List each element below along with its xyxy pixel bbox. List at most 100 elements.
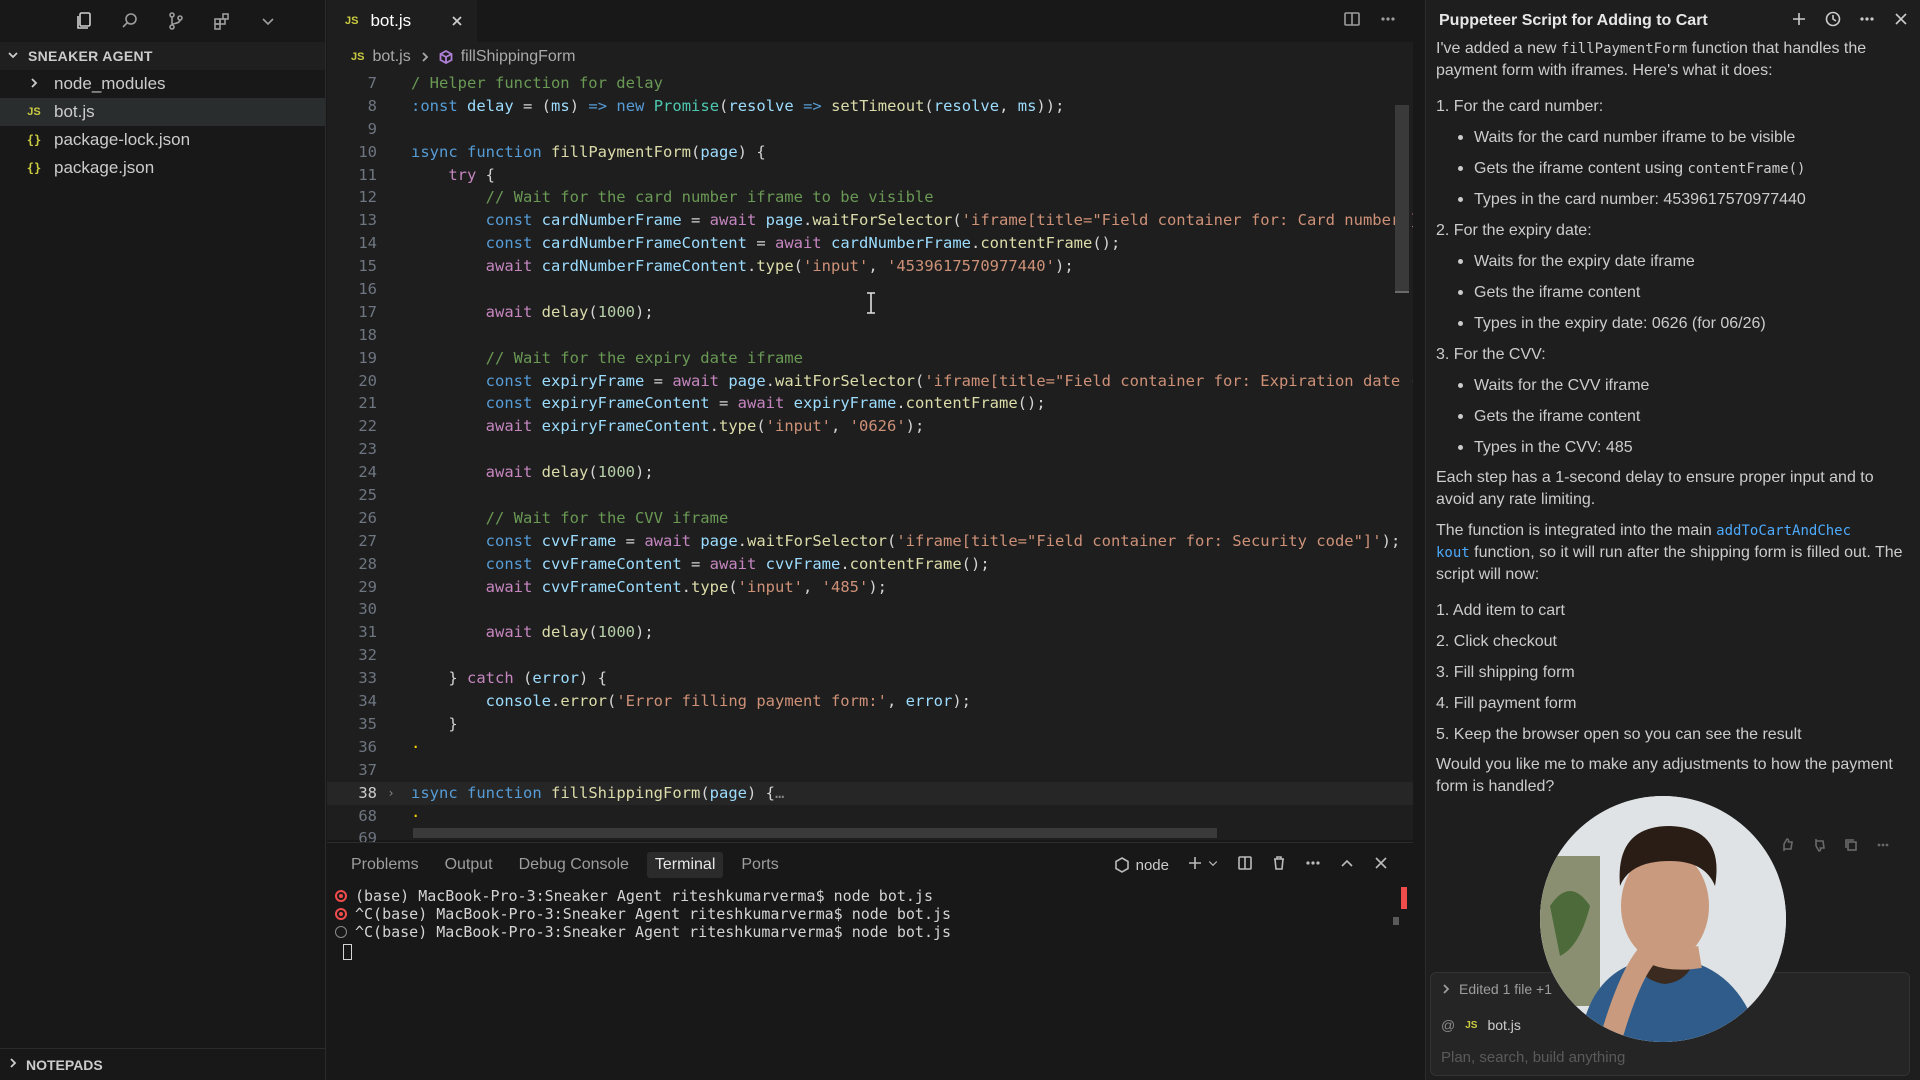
breadcrumb-file[interactable]: bot.js xyxy=(372,48,410,66)
notepads-section-header[interactable]: NOTEPADS xyxy=(0,1048,325,1080)
list-item: Waits for the CVV iframe xyxy=(1436,370,1906,401)
line-number: 24 xyxy=(358,463,377,482)
list-item: 2. For the expiry date: xyxy=(1436,222,1592,239)
line-number: 13 xyxy=(358,211,377,230)
line-number: 37 xyxy=(358,760,377,779)
tree-item-bot-js[interactable]: JS bot.js xyxy=(0,98,325,126)
code-link[interactable]: kout xyxy=(1436,545,1470,561)
copy-icon[interactable] xyxy=(1844,838,1858,857)
tab-output[interactable]: Output xyxy=(445,856,493,874)
line-number: 23 xyxy=(358,440,377,459)
code-line: 10 ısync function fillPaymentForm(page) { xyxy=(327,141,1413,164)
terminal-cursor xyxy=(343,944,352,960)
close-icon[interactable] xyxy=(447,11,467,31)
symbol-method-icon xyxy=(439,50,453,64)
more-icon[interactable] xyxy=(1379,10,1397,33)
line-number: 38 xyxy=(358,783,377,802)
chevron-down-icon[interactable] xyxy=(1207,855,1219,875)
tree-item-label: node_modules xyxy=(54,74,166,93)
shell-label: node xyxy=(1135,856,1169,874)
project-section-header[interactable]: SNEAKER AGENT xyxy=(0,42,325,70)
terminal-shell-selector[interactable]: node xyxy=(1114,857,1169,874)
code-line-current: 38 › ısync function fillShippingForm(page)… xyxy=(327,781,1413,805)
list-item: Types in the card number: 45396175709774… xyxy=(1436,184,1906,215)
search-icon[interactable] xyxy=(118,9,142,33)
list-item: Gets the iframe content xyxy=(1436,401,1906,432)
node-icon xyxy=(1114,857,1129,873)
list-item: 1. Add item to cart xyxy=(1436,602,1565,619)
code-line: 18 xyxy=(327,324,1413,347)
split-editor-icon[interactable] xyxy=(1343,10,1361,33)
code-line: 34 console.error('Error filling payment … xyxy=(327,690,1413,713)
line-number: 8 xyxy=(367,96,377,115)
code-line: 26 // Wait for the CVV iframe xyxy=(327,507,1413,530)
tree-item-label: package.json xyxy=(54,158,155,177)
message-paragraph: Each step has a 1-second delay to ensure… xyxy=(1436,469,1874,508)
chevron-right-icon xyxy=(24,76,44,93)
notepads-label: NOTEPADS xyxy=(26,1056,103,1073)
trash-icon[interactable] xyxy=(1271,855,1287,875)
new-terminal-icon[interactable] xyxy=(1187,855,1203,875)
close-icon[interactable] xyxy=(1892,10,1910,33)
js-file-icon: JS xyxy=(27,106,41,118)
line-number: 30 xyxy=(358,600,377,619)
mention-icon[interactable]: @ xyxy=(1441,1017,1455,1033)
close-icon[interactable] xyxy=(1373,855,1389,875)
tab-debug-console[interactable]: Debug Console xyxy=(519,856,629,874)
maximize-panel-icon[interactable] xyxy=(1339,855,1355,875)
tab-ports[interactable]: Ports xyxy=(741,856,778,874)
terminal[interactable]: (base) MacBook-Pro-3:Sneaker Agent rites… xyxy=(327,887,1413,960)
files-icon[interactable] xyxy=(72,9,96,33)
editor-tab-bar: JS bot.js xyxy=(327,0,1413,42)
thumbs-up-icon[interactable] xyxy=(1780,838,1794,857)
code-line: 14 const cardNumberFrameContent = await … xyxy=(327,232,1413,255)
breadcrumb-symbol[interactable]: fillShippingForm xyxy=(461,48,576,66)
panel-tabs: Problems Output Debug Console Terminal P… xyxy=(327,843,1413,887)
line-number: 32 xyxy=(358,646,377,665)
terminal-line: ^C(base) MacBook-Pro-3:Sneaker Agent rit… xyxy=(335,905,1413,923)
more-icon[interactable] xyxy=(1876,838,1890,857)
more-icon[interactable] xyxy=(1305,855,1321,875)
history-icon[interactable] xyxy=(1824,10,1842,33)
new-chat-icon[interactable] xyxy=(1790,10,1808,33)
more-icon[interactable] xyxy=(1858,10,1876,33)
breadcrumb: JS bot.js fillShippingForm xyxy=(327,42,1413,72)
bottom-panel: Problems Output Debug Console Terminal P… xyxy=(327,842,1413,1080)
js-file-icon: JS xyxy=(351,51,365,63)
tab-terminal[interactable]: Terminal xyxy=(646,852,724,878)
code-line: 20 const expiryFrame = await page.waitFo… xyxy=(327,370,1413,393)
line-number: 34 xyxy=(358,692,377,711)
tab-bot-js[interactable]: JS bot.js xyxy=(327,0,477,42)
tree-item-package-lock-json[interactable]: {} package-lock.json xyxy=(0,126,325,154)
terminal-line xyxy=(335,941,1413,960)
chat-title: Puppeteer Script for Adding to Cart xyxy=(1439,12,1708,29)
code-link[interactable]: addToCartAndChec xyxy=(1716,523,1851,539)
code-editor: JS bot.js JS bot.js fillShippingForm 7/ … xyxy=(327,0,1413,842)
webcam-overlay xyxy=(1540,796,1786,1042)
edited-files-summary[interactable]: Edited 1 file +1 xyxy=(1441,981,1552,997)
context-file-chip[interactable]: bot.js xyxy=(1487,1017,1520,1033)
error-status-icon xyxy=(335,890,347,902)
message-paragraph: The function is integrated into the main… xyxy=(1436,522,1903,583)
json-file-icon: {} xyxy=(26,161,42,175)
chevron-right-icon[interactable]: › xyxy=(377,782,405,805)
list-item: Types in the expiry date: 0626 (for 06/2… xyxy=(1436,308,1906,339)
code-line: 36 · xyxy=(327,736,1413,759)
tree-item-package-json[interactable]: {} package.json xyxy=(0,154,325,182)
line-number: 7 xyxy=(367,74,377,92)
horizontal-scrollbar[interactable] xyxy=(413,828,1217,838)
vertical-scrollbar[interactable] xyxy=(1395,105,1409,293)
split-terminal-icon[interactable] xyxy=(1237,855,1253,875)
chat-input[interactable]: Plan, search, build anything xyxy=(1441,1049,1625,1066)
line-number: 27 xyxy=(358,531,377,550)
source-control-icon[interactable] xyxy=(164,9,188,33)
context-files: @ JS bot.js xyxy=(1441,1017,1521,1033)
explorer-sidebar: SNEAKER AGENT node_modules JS bot.js {} … xyxy=(0,0,326,1080)
code-area[interactable]: 7/ Helper function for delay 8:onst dela… xyxy=(327,72,1413,842)
tree-item-node-modules[interactable]: node_modules xyxy=(0,70,325,98)
thumbs-down-icon[interactable] xyxy=(1812,838,1826,857)
chevron-down-icon[interactable] xyxy=(256,9,280,33)
extensions-icon[interactable] xyxy=(210,9,234,33)
code-line: 9 xyxy=(327,118,1413,141)
tab-problems[interactable]: Problems xyxy=(351,856,419,874)
